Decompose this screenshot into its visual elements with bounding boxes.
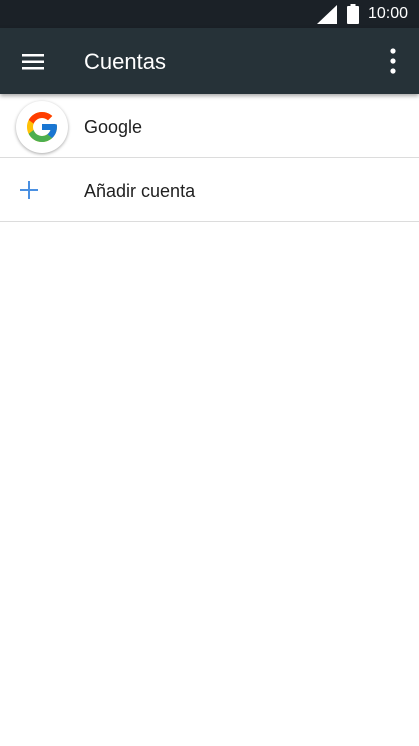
add-icon: [20, 181, 38, 199]
page-title: Cuentas: [84, 49, 166, 74]
add-account-item[interactable]: Añadir cuenta: [0, 158, 419, 222]
google-avatar: [16, 101, 68, 153]
account-item-google[interactable]: Google: [0, 94, 419, 158]
google-logo-icon: [27, 112, 57, 142]
add-account-label: Añadir cuenta: [84, 181, 196, 201]
accounts-screen: 10:00 Cuentas Google Añadir cuenta: [0, 0, 419, 746]
accounts-list: Google Añadir cuenta: [0, 94, 419, 222]
battery-icon: [347, 4, 359, 24]
more-vert-icon: [390, 48, 396, 74]
menu-button[interactable]: [10, 38, 56, 84]
hamburger-menu-icon: [22, 54, 44, 70]
signal-icon: [317, 5, 337, 24]
account-label-google: Google: [84, 117, 143, 137]
overflow-menu-button[interactable]: [375, 38, 411, 84]
app-toolbar: Cuentas: [0, 28, 419, 94]
status-bar: 10:00: [0, 0, 419, 28]
status-time: 10:00: [368, 5, 409, 22]
